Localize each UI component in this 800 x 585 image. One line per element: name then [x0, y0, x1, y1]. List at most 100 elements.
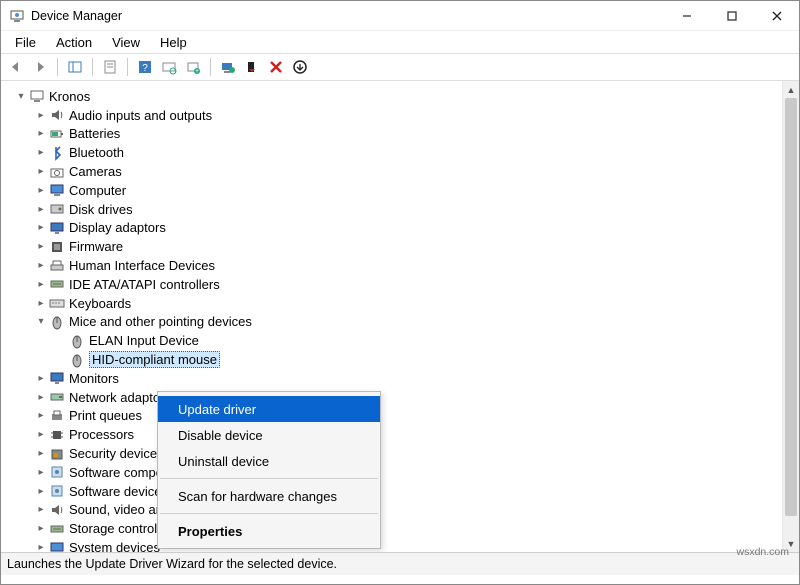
menu-file[interactable]: File: [5, 33, 46, 52]
category-item[interactable]: ▸Sound, video and game controllers: [33, 501, 799, 520]
expand-icon[interactable]: ▸: [35, 278, 47, 290]
ctx-disable-device[interactable]: Disable device: [158, 422, 380, 448]
category-label: Cameras: [69, 164, 122, 179]
category-item[interactable]: ▸Monitors: [33, 369, 799, 388]
category-item[interactable]: ▾ Mice and other pointing devices: [33, 313, 799, 332]
update-driver-button[interactable]: [217, 56, 239, 78]
device-tree[interactable]: ▾ Kronos ▸ Audio inputs and outputs ▸Batte…: [1, 81, 799, 553]
device-category-icon: [49, 370, 65, 386]
expand-icon[interactable]: ▸: [35, 203, 47, 215]
device-category-icon: [49, 540, 65, 553]
category-item[interactable]: ▸Print queues: [33, 407, 799, 426]
ctx-separator: [160, 513, 378, 514]
category-label: Computer: [69, 183, 126, 198]
category-item[interactable]: ▸Software compo: [33, 463, 799, 482]
category-label: Firmware: [69, 239, 123, 254]
category-item[interactable]: ▸Display adaptors: [33, 219, 799, 238]
menu-action[interactable]: Action: [46, 33, 102, 52]
expand-icon[interactable]: ▸: [35, 241, 47, 253]
device-category-icon: [49, 182, 65, 198]
add-legacy-button[interactable]: +: [182, 56, 204, 78]
expand-icon[interactable]: ▸: [35, 128, 47, 140]
expand-icon[interactable]: ▸: [35, 504, 47, 516]
expand-icon[interactable]: ▸: [35, 184, 47, 196]
expand-icon[interactable]: ▸: [35, 222, 47, 234]
expand-icon[interactable]: ▸: [35, 260, 47, 272]
category-item[interactable]: ▸ Computer: [33, 181, 799, 200]
enable-device-button[interactable]: [289, 56, 311, 78]
tree-root[interactable]: ▾ Kronos: [13, 87, 799, 106]
show-hide-button[interactable]: [64, 56, 86, 78]
properties-button[interactable]: [99, 56, 121, 78]
device-category-icon: [49, 464, 65, 480]
category-item[interactable]: ▸Disk drives: [33, 200, 799, 219]
expand-icon[interactable]: ▸: [35, 410, 47, 422]
ctx-properties[interactable]: Properties: [158, 518, 380, 544]
device-category-icon: [49, 408, 65, 424]
minimize-button[interactable]: [664, 1, 709, 31]
root-label: Kronos: [49, 89, 90, 104]
device-item-selected[interactable]: HID-compliant mouse: [53, 350, 799, 369]
back-button[interactable]: [5, 56, 27, 78]
scroll-up-button[interactable]: ▲: [783, 81, 799, 98]
ctx-update-driver[interactable]: Update driver: [158, 396, 380, 422]
category-item[interactable]: ▸ Keyboards: [33, 294, 799, 313]
mouse-icon: [69, 333, 85, 349]
expand-icon[interactable]: ▸: [35, 109, 47, 121]
category-item[interactable]: ▸Software device: [33, 482, 799, 501]
category-item[interactable]: ▸Human Interface Devices: [33, 256, 799, 275]
category-item[interactable]: ▸Processors: [33, 425, 799, 444]
watermark: wsxdn.com: [736, 546, 789, 558]
category-item[interactable]: ▸Storage controllers: [33, 519, 799, 538]
expand-icon[interactable]: ▸: [35, 448, 47, 460]
device-category-icon: [49, 107, 65, 123]
scan-hardware-button[interactable]: [158, 56, 180, 78]
category-item[interactable]: ▸IDE ATA/ATAPI controllers: [33, 275, 799, 294]
menu-view[interactable]: View: [102, 33, 150, 52]
expand-icon[interactable]: ▸: [35, 485, 47, 497]
window-title: Device Manager: [31, 9, 664, 23]
statusbar: Launches the Update Driver Wizard for th…: [1, 553, 799, 575]
vertical-scrollbar[interactable]: ▲ ▼: [782, 81, 799, 552]
close-button[interactable]: [754, 1, 799, 31]
device-category-icon: [49, 126, 65, 142]
device-category-icon: [49, 502, 65, 518]
expand-icon[interactable]: ▸: [35, 297, 47, 309]
category-item[interactable]: ▸ Firmware: [33, 237, 799, 256]
uninstall-button[interactable]: [265, 56, 287, 78]
category-label: System devices: [69, 540, 160, 553]
scrollbar-thumb[interactable]: [785, 98, 797, 516]
disable-device-button[interactable]: [241, 56, 263, 78]
category-item[interactable]: ▸ Audio inputs and outputs: [33, 106, 799, 125]
ctx-uninstall-device[interactable]: Uninstall device: [158, 448, 380, 474]
category-item[interactable]: ▸Batteries: [33, 125, 799, 144]
category-label: Audio inputs and outputs: [69, 108, 212, 123]
expand-icon[interactable]: ▸: [35, 429, 47, 441]
category-label: Mice and other pointing devices: [69, 314, 252, 329]
ctx-scan-hardware[interactable]: Scan for hardware changes: [158, 483, 380, 509]
context-menu: Update driver Disable device Uninstall d…: [157, 391, 381, 549]
svg-text:?: ?: [142, 63, 148, 74]
toolbar-separator: [92, 58, 93, 76]
category-item[interactable]: ▸ System devices: [33, 538, 799, 553]
category-item[interactable]: ▸Bluetooth: [33, 143, 799, 162]
help-button[interactable]: ?: [134, 56, 156, 78]
device-item[interactable]: ELAN Input Device: [53, 331, 799, 350]
svg-text:+: +: [195, 68, 199, 75]
collapse-icon[interactable]: ▾: [35, 316, 47, 328]
category-item[interactable]: ▸ Cameras: [33, 162, 799, 181]
expand-icon[interactable]: ▸: [35, 391, 47, 403]
category-item[interactable]: ▸Security devices: [33, 444, 799, 463]
expand-icon[interactable]: ▸: [35, 542, 47, 553]
maximize-button[interactable]: [709, 1, 754, 31]
expand-icon[interactable]: ▸: [35, 147, 47, 159]
menu-help[interactable]: Help: [150, 33, 197, 52]
expand-icon[interactable]: ▸: [35, 372, 47, 384]
category-label: Keyboards: [69, 296, 131, 311]
expand-icon[interactable]: ▸: [35, 166, 47, 178]
expand-icon[interactable]: ▸: [35, 466, 47, 478]
forward-button[interactable]: [29, 56, 51, 78]
collapse-icon[interactable]: ▾: [15, 90, 27, 102]
category-item[interactable]: ▸Network adapto: [33, 388, 799, 407]
expand-icon[interactable]: ▸: [35, 523, 47, 535]
